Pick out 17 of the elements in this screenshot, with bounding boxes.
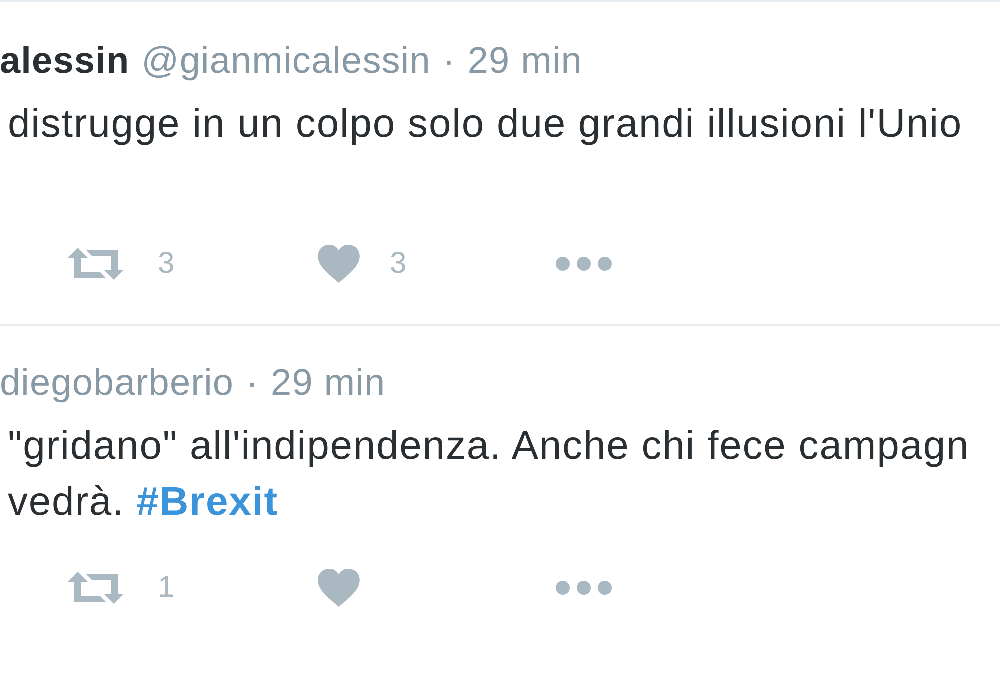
retweet-count: 3 — [158, 247, 175, 281]
like-count: 3 — [390, 247, 407, 281]
more-icon[interactable] — [555, 580, 613, 596]
tweet-time[interactable]: 29 min — [271, 362, 386, 404]
separator-dot: · — [442, 40, 456, 82]
user-name[interactable]: alessin — [0, 40, 130, 82]
tweet-time[interactable]: 29 min — [468, 40, 582, 82]
user-handle[interactable]: @gianmicalessin — [142, 40, 431, 82]
heart-icon[interactable] — [318, 245, 360, 283]
user-handle[interactable]: diegobarberio — [0, 362, 234, 404]
tweet-text: "gridano" all'indipendenza. Anche chi fece campagn vedrà. #Brexit — [8, 423, 971, 526]
hashtag-link[interactable]: #Brexit — [136, 480, 279, 524]
more-icon[interactable] — [555, 256, 613, 272]
retweet-count: 1 — [158, 571, 175, 605]
heart-icon[interactable] — [318, 569, 360, 607]
separator-dot: · — [246, 362, 260, 404]
tweet-text: distrugge in un colpo solo due grandi illusioni l'Unio — [8, 101, 964, 148]
